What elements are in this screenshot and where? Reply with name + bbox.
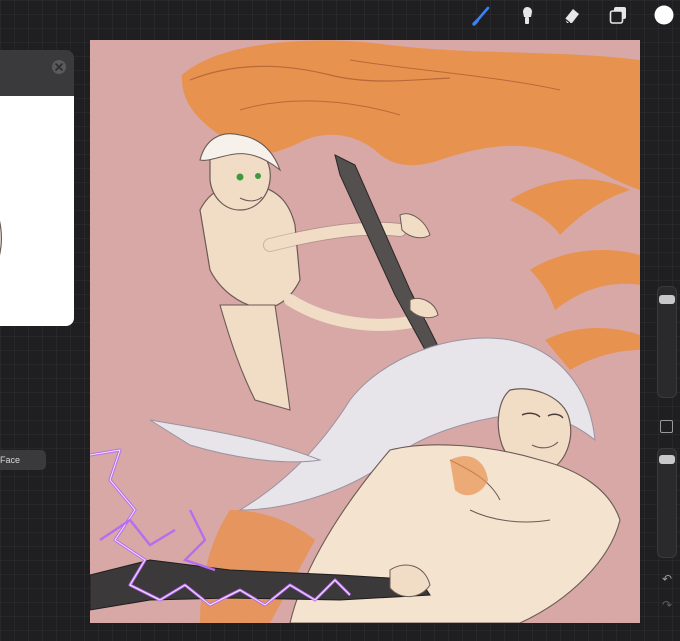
top-toolbar bbox=[0, 0, 680, 30]
opacity-thumb[interactable] bbox=[659, 455, 675, 464]
artwork bbox=[90, 40, 640, 623]
brush-icon[interactable] bbox=[470, 4, 494, 26]
color-swatch[interactable] bbox=[652, 4, 676, 26]
reference-image[interactable] bbox=[0, 96, 74, 326]
smudge-icon[interactable] bbox=[515, 4, 539, 26]
eraser-icon[interactable] bbox=[560, 4, 584, 26]
opacity-slider[interactable] bbox=[657, 448, 677, 558]
square-icon[interactable] bbox=[660, 420, 673, 433]
reference-panel-header[interactable] bbox=[0, 50, 74, 96]
face-button-label: Face bbox=[0, 455, 21, 465]
redo-icon[interactable]: ↷ bbox=[660, 598, 674, 612]
layers-icon[interactable] bbox=[606, 4, 630, 26]
face-button[interactable]: Face bbox=[0, 450, 46, 470]
brush-size-thumb[interactable] bbox=[659, 295, 675, 304]
right-sidebar: ↶ ↷ bbox=[655, 286, 679, 616]
reference-panel[interactable] bbox=[0, 50, 74, 326]
drawing-canvas[interactable] bbox=[90, 40, 640, 623]
close-icon[interactable] bbox=[52, 60, 66, 74]
brush-size-slider[interactable] bbox=[657, 286, 677, 398]
undo-icon[interactable]: ↶ bbox=[660, 572, 674, 586]
